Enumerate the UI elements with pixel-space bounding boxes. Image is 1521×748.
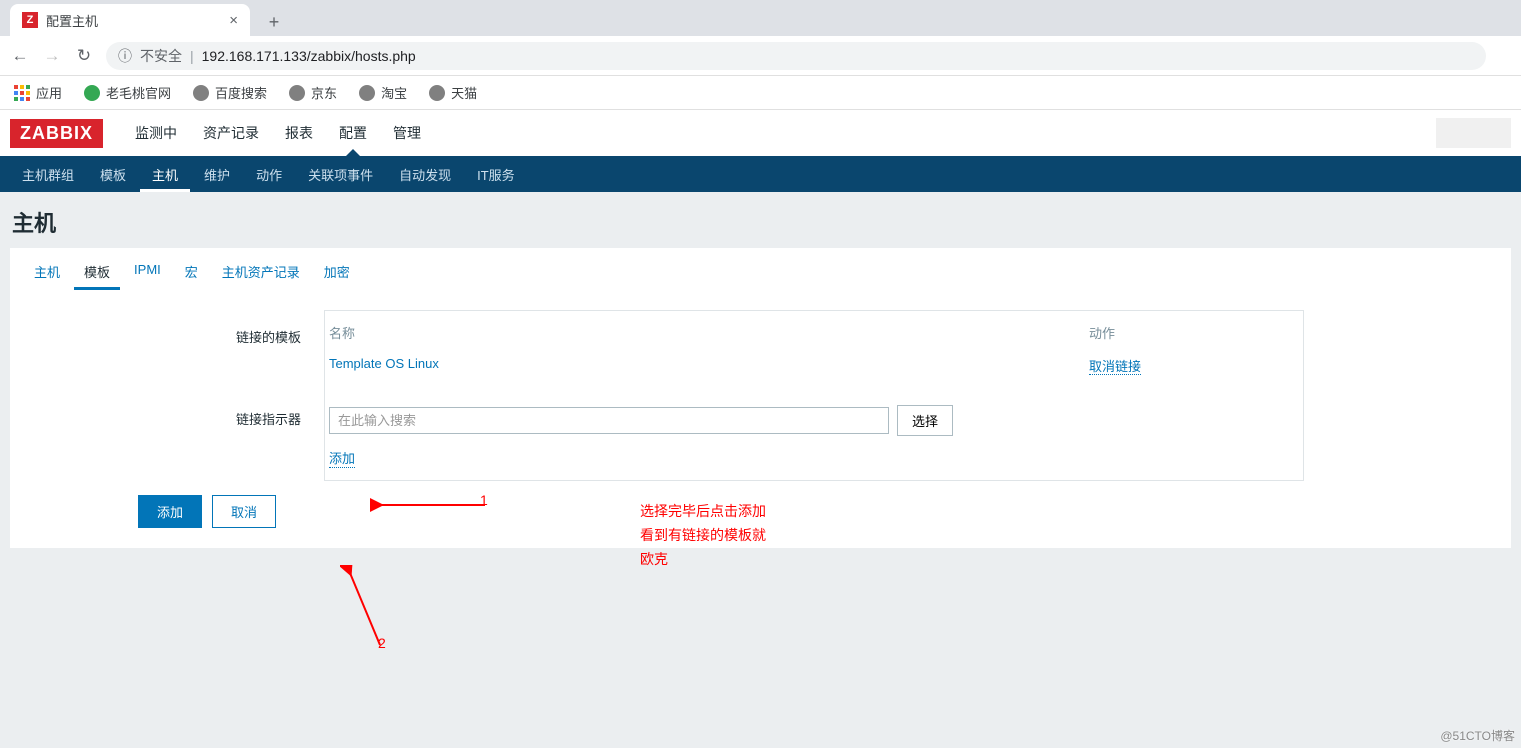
tab-host[interactable]: 主机 [24, 254, 70, 290]
tab-ipmi[interactable]: IPMI [124, 254, 171, 290]
bookmark-label: 京东 [311, 83, 337, 102]
address-bar[interactable]: ⓘ 不安全 | 192.168.171.133/zabbix/hosts.php [106, 42, 1486, 70]
linked-templates-label: 链接的模板 [125, 311, 315, 393]
nav-forward-icon: → [42, 46, 62, 66]
template-link[interactable]: Template OS Linux [329, 356, 439, 371]
top-nav-reports[interactable]: 报表 [273, 111, 325, 155]
bookmark-item[interactable]: 淘宝 [359, 83, 407, 102]
linked-templates-table: 名称 动作 Template OS Linux 取消链接 [329, 323, 1289, 381]
globe-icon [193, 85, 209, 101]
globe-icon [429, 85, 445, 101]
info-icon[interactable]: ⓘ [118, 46, 132, 66]
bookmark-item[interactable]: 百度搜索 [193, 83, 267, 102]
sub-nav: 主机群组 模板 主机 维护 动作 关联项事件 自动发现 IT服务 [0, 156, 1521, 192]
reload-icon[interactable]: ↻ [74, 46, 94, 66]
tab-macros[interactable]: 宏 [175, 254, 208, 290]
apps-label: 应用 [36, 83, 62, 102]
annotation-number-2: 2 [378, 635, 386, 651]
browser-tab-strip: Z 配置主机 × + [0, 0, 1521, 36]
host-tabs: 主机 模板 IPMI 宏 主机资产记录 加密 [24, 254, 1497, 290]
insecure-label: 不安全 [140, 46, 182, 66]
apps-icon [14, 85, 30, 101]
annotation-note-line: 欧克 [640, 548, 766, 572]
template-search-input[interactable] [329, 407, 889, 434]
bookmark-label: 天猫 [451, 83, 477, 102]
submit-button[interactable]: 添加 [138, 495, 202, 528]
sub-nav-hostgroups[interactable]: 主机群组 [10, 157, 86, 192]
unlink-link[interactable]: 取消链接 [1089, 359, 1141, 375]
bookmark-label: 老毛桃官网 [106, 83, 171, 102]
watermark: @51CTO博客 [1440, 727, 1515, 744]
sub-nav-discovery[interactable]: 自动发现 [387, 157, 463, 192]
page-title: 主机 [0, 192, 1521, 248]
header-right-panel [1436, 118, 1511, 148]
top-nav-admin[interactable]: 管理 [381, 111, 433, 155]
address-bar-row: ← → ↻ ⓘ 不安全 | 192.168.171.133/zabbix/hos… [0, 36, 1521, 76]
select-button[interactable]: 选择 [897, 405, 953, 436]
bookmark-item[interactable]: 天猫 [429, 83, 477, 102]
link-indicator-label: 链接指示器 [125, 393, 315, 480]
cancel-button[interactable]: 取消 [212, 495, 276, 528]
address-url: 192.168.171.133/zabbix/hosts.php [202, 48, 416, 64]
bookmark-label: 淘宝 [381, 83, 407, 102]
bookmarks-bar: 应用 老毛桃官网 百度搜索 京东 淘宝 天猫 [0, 76, 1521, 110]
col-header-action: 动作 [1089, 323, 1289, 342]
sub-nav-itservices[interactable]: IT服务 [465, 157, 527, 192]
new-tab-button[interactable]: + [260, 8, 288, 36]
table-row: Template OS Linux 取消链接 [329, 350, 1289, 381]
zabbix-header: ZABBIX 监测中 资产记录 报表 配置 管理 [0, 110, 1521, 156]
arrow-icon [340, 565, 390, 658]
globe-icon [289, 85, 305, 101]
top-nav: 监测中 资产记录 报表 配置 管理 [123, 111, 433, 155]
add-template-link[interactable]: 添加 [329, 448, 355, 468]
form-section: 链接的模板 名称 动作 Template OS Linux 取消链接 [324, 310, 1304, 481]
tab-title: 配置主机 [46, 11, 221, 30]
active-browser-tab[interactable]: Z 配置主机 × [10, 4, 250, 36]
address-separator: | [190, 48, 194, 64]
sub-nav-templates[interactable]: 模板 [88, 157, 138, 192]
globe-icon [84, 85, 100, 101]
zabbix-logo[interactable]: ZABBIX [10, 119, 103, 148]
sub-nav-actions[interactable]: 动作 [244, 157, 294, 192]
sub-nav-correlation[interactable]: 关联项事件 [296, 157, 385, 192]
tab-templates[interactable]: 模板 [74, 254, 120, 290]
globe-icon [359, 85, 375, 101]
content-panel: 主机 模板 IPMI 宏 主机资产记录 加密 链接的模板 名称 动作 Templ… [10, 248, 1511, 548]
top-nav-inventory[interactable]: 资产记录 [191, 111, 271, 155]
tab-encryption[interactable]: 加密 [314, 254, 360, 290]
bookmark-item[interactable]: 京东 [289, 83, 337, 102]
bookmark-label: 百度搜索 [215, 83, 267, 102]
col-header-name: 名称 [329, 323, 1089, 342]
bookmark-item[interactable]: 老毛桃官网 [84, 83, 171, 102]
apps-shortcut[interactable]: 应用 [14, 83, 62, 102]
tab-favicon: Z [22, 12, 38, 28]
tab-inventory[interactable]: 主机资产记录 [212, 254, 310, 290]
close-icon[interactable]: × [229, 12, 238, 29]
top-nav-monitoring[interactable]: 监测中 [123, 111, 189, 155]
nav-back-icon[interactable]: ← [10, 46, 30, 66]
top-nav-config[interactable]: 配置 [327, 111, 379, 155]
sub-nav-maintenance[interactable]: 维护 [192, 157, 242, 192]
sub-nav-hosts[interactable]: 主机 [140, 157, 190, 192]
